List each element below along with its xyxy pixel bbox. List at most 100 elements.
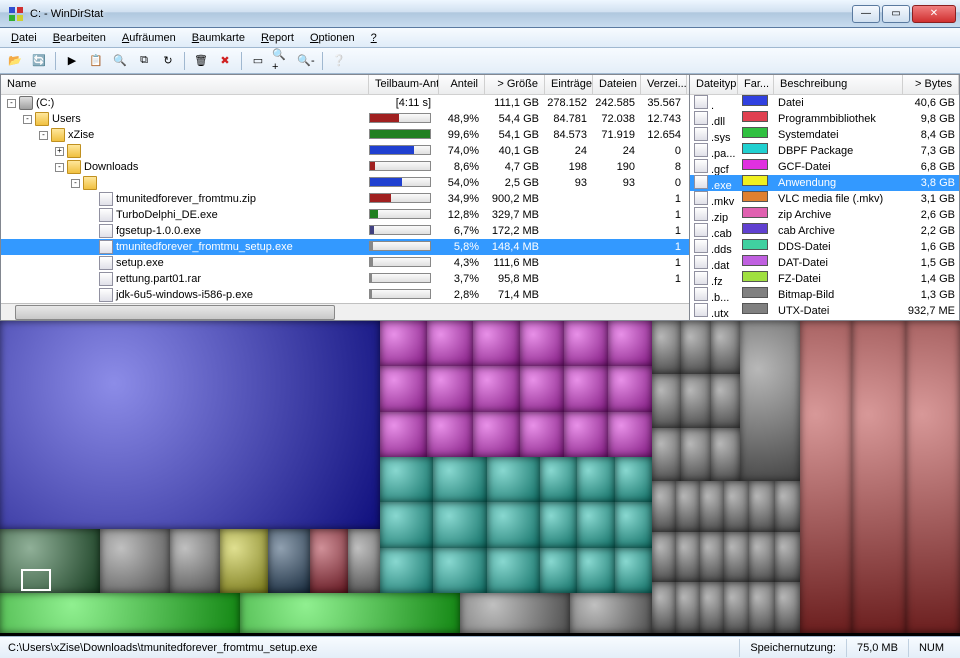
- treemap-block[interactable]: [427, 321, 474, 366]
- tree-row[interactable]: -Users48,9%54,4 GB84.78172.03812.743: [1, 111, 689, 127]
- zoom-in-button[interactable]: 🔍+: [271, 50, 293, 72]
- tree-row[interactable]: rettung.part01.rar3,7%95,8 MB1: [1, 271, 689, 287]
- tree-row[interactable]: tmunitedforever_fromtmu.zip34,9%900,2 MB…: [1, 191, 689, 207]
- treemap-block[interactable]: [427, 412, 474, 457]
- treemap-block[interactable]: [433, 548, 486, 593]
- treemap-block[interactable]: [473, 366, 520, 411]
- treemap-block[interactable]: [240, 593, 460, 633]
- menu-baumkarte[interactable]: Baumkarte: [185, 30, 252, 46]
- treemap-block[interactable]: [433, 502, 486, 547]
- treemap-block[interactable]: [564, 321, 608, 366]
- treemap-block[interactable]: [676, 582, 700, 633]
- treemap-block[interactable]: [608, 321, 652, 366]
- tree-row[interactable]: fgsetup-1.0.0.exe6,7%172,2 MB1: [1, 223, 689, 239]
- treemap-block[interactable]: [852, 321, 906, 633]
- treemap-block[interactable]: [473, 321, 520, 366]
- type-row[interactable]: .sysSystemdatei8,4 GB: [690, 127, 959, 143]
- tree-row[interactable]: setup.exe4,3%111,6 MB1: [1, 255, 689, 271]
- type-row[interactable]: .dllProgrammbibliothek9,8 GB: [690, 111, 959, 127]
- treemap-block[interactable]: [0, 593, 240, 633]
- menu-optionen[interactable]: Optionen: [303, 30, 362, 46]
- treemap-block[interactable]: [310, 529, 348, 593]
- treemap-block[interactable]: [615, 502, 652, 547]
- help-button[interactable]: ❔: [328, 50, 350, 72]
- treemap-block[interactable]: [427, 366, 474, 411]
- menu-report[interactable]: Report: [254, 30, 301, 46]
- menu-datei[interactable]: Datei: [4, 30, 44, 46]
- treemap-block[interactable]: [577, 548, 614, 593]
- treemap-block[interactable]: [380, 412, 427, 457]
- treemap-block[interactable]: [100, 529, 170, 593]
- tree-row[interactable]: jdk-6u5-windows-i586-p.exe2,8%71,4 MB: [1, 287, 689, 303]
- expander-icon[interactable]: -: [39, 131, 48, 140]
- cmd-button[interactable]: ⧉: [133, 50, 155, 72]
- col-desc[interactable]: Beschreibung: [774, 75, 903, 94]
- tree-row[interactable]: -(C:)[4:11 s]111,1 GB278.152242.58535.56…: [1, 95, 689, 111]
- expander-icon[interactable]: -: [7, 99, 16, 108]
- type-row[interactable]: .fzFZ-Datei1,4 GB: [690, 271, 959, 287]
- treemap-block[interactable]: [775, 481, 800, 532]
- treemap-block[interactable]: [348, 529, 380, 593]
- explorer-button[interactable]: 🔍: [109, 50, 131, 72]
- menu-help[interactable]: ?: [364, 30, 384, 46]
- treemap-block[interactable]: [520, 412, 564, 457]
- type-row[interactable]: .cabcab Archive2,2 GB: [690, 223, 959, 239]
- treemap-block[interactable]: [775, 582, 800, 633]
- treemap-block[interactable]: [700, 532, 724, 583]
- minimize-button[interactable]: —: [852, 5, 880, 23]
- treemap-block[interactable]: [380, 502, 433, 547]
- treemap-block[interactable]: [749, 481, 774, 532]
- col-color[interactable]: Far...: [738, 75, 774, 94]
- treemap-block[interactable]: [608, 412, 652, 457]
- treemap-block[interactable]: [564, 412, 608, 457]
- tree-row[interactable]: TurboDelphi_DE.exe12,8%329,7 MB1: [1, 207, 689, 223]
- treemap-block[interactable]: [775, 532, 800, 583]
- tree-row[interactable]: -Downloads8,6%4,7 GB1981908: [1, 159, 689, 175]
- treemap-block[interactable]: [749, 532, 774, 583]
- treemap-block[interactable]: [577, 502, 614, 547]
- tree-hscroll[interactable]: [1, 303, 689, 320]
- col-anteil[interactable]: Anteil: [439, 75, 485, 94]
- treemap-block[interactable]: [380, 366, 427, 411]
- treemap-block[interactable]: [540, 548, 577, 593]
- type-row[interactable]: .pa...DBPF Package7,3 GB: [690, 143, 959, 159]
- treemap-block[interactable]: [711, 374, 740, 427]
- tree-row[interactable]: tmunitedforever_fromtmu_setup.exe5,8%148…: [1, 239, 689, 255]
- treemap-block[interactable]: [268, 529, 310, 593]
- treemap-block[interactable]: [615, 548, 652, 593]
- treemap-block[interactable]: [652, 428, 681, 481]
- treemap-block[interactable]: [540, 502, 577, 547]
- treemap-block[interactable]: [724, 532, 749, 583]
- zoom-out-button[interactable]: 🔍-: [295, 50, 317, 72]
- type-row[interactable]: .gcfGCF-Datei6,8 GB: [690, 159, 959, 175]
- tree-row[interactable]: -xZise99,6%54,1 GB84.57371.91912.654: [1, 127, 689, 143]
- delete-button[interactable]: ✖: [214, 50, 236, 72]
- treemap-block[interactable]: [380, 321, 427, 366]
- treemap-block[interactable]: [652, 321, 681, 374]
- treemap-block[interactable]: [724, 481, 749, 532]
- treemap-block[interactable]: [564, 366, 608, 411]
- treemap-block[interactable]: [220, 529, 268, 593]
- treemap-block[interactable]: [700, 481, 724, 532]
- col-verz[interactable]: Verzei...: [641, 75, 687, 94]
- col-ext[interactable]: Dateityp: [690, 75, 738, 94]
- treemap-block[interactable]: [724, 582, 749, 633]
- open-button[interactable]: 📂: [4, 50, 26, 72]
- treemap-block[interactable]: [652, 582, 676, 633]
- treemap-block[interactable]: [676, 532, 700, 583]
- treemap-block[interactable]: [577, 457, 614, 502]
- treemap[interactable]: [0, 321, 960, 636]
- col-bytes[interactable]: > Bytes: [903, 75, 959, 94]
- refresh-button[interactable]: 🔄: [28, 50, 50, 72]
- treemap-block[interactable]: [749, 582, 774, 633]
- type-row[interactable]: .Datei40,6 GB: [690, 95, 959, 111]
- type-row[interactable]: .mkvVLC media file (.mkv)3,1 GB: [690, 191, 959, 207]
- treemap-block[interactable]: [906, 321, 960, 633]
- treemap-block[interactable]: [615, 457, 652, 502]
- close-button[interactable]: ✕: [912, 5, 956, 23]
- tree-row[interactable]: -54,0%2,5 GB93930: [1, 175, 689, 191]
- type-row[interactable]: .utxUTX-Datei932,7 ME: [690, 303, 959, 319]
- expander-icon[interactable]: -: [71, 179, 80, 188]
- treemap-block[interactable]: [700, 582, 724, 633]
- play-button[interactable]: ▶: [61, 50, 83, 72]
